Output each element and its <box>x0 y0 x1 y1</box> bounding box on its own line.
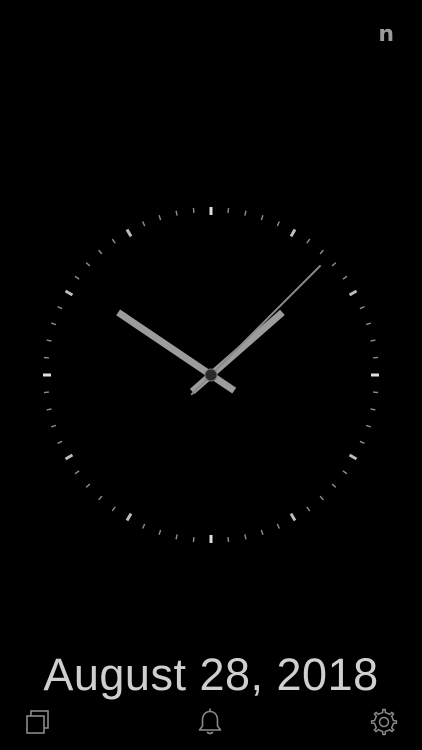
settings-button[interactable] <box>369 707 399 737</box>
app-badge[interactable]: n <box>378 24 394 46</box>
hour-tick <box>64 289 74 297</box>
bottom-toolbar <box>0 700 422 750</box>
minute-tick <box>74 275 80 280</box>
center-pin <box>204 368 218 382</box>
pages-button[interactable] <box>23 707 53 737</box>
minute-tick <box>43 391 49 394</box>
minute-tick <box>276 221 280 227</box>
hour-tick <box>125 512 133 522</box>
hour-tick <box>348 453 358 461</box>
minute-tick <box>373 391 379 394</box>
clock-hands <box>116 264 322 396</box>
minute-tick <box>192 537 195 543</box>
minute-tick <box>57 440 63 444</box>
hour-tick <box>64 453 74 461</box>
minute-tick <box>306 238 311 244</box>
minute-tick <box>175 210 178 216</box>
minute-tick <box>111 506 116 512</box>
minute-tick <box>46 339 52 342</box>
bell-icon <box>198 708 222 735</box>
minute-tick <box>359 440 365 444</box>
alarm-button[interactable] <box>195 707 225 737</box>
minute-tick <box>85 262 91 267</box>
minute-tick <box>342 470 348 475</box>
minute-tick <box>158 215 162 221</box>
date-label: August 28, 2018 <box>43 649 379 700</box>
minute-tick <box>142 221 146 227</box>
minute-tick <box>331 262 337 267</box>
minute-tick <box>306 506 311 512</box>
minute-tick <box>370 339 376 342</box>
minute-tick <box>98 249 103 255</box>
hour-tick <box>289 512 297 522</box>
minute-tick <box>43 356 49 359</box>
hour-tick <box>125 228 133 238</box>
minute-tick <box>260 215 264 221</box>
minute-tick <box>260 529 264 535</box>
minute-tick <box>175 534 178 540</box>
minute-tick <box>365 322 371 326</box>
hour-tick <box>348 289 358 297</box>
minute-tick <box>57 306 63 310</box>
minute-tick <box>319 495 324 501</box>
minute-tick <box>331 483 337 488</box>
minute-tick <box>319 249 324 255</box>
minute-tick <box>158 529 162 535</box>
minute-tick <box>74 470 80 475</box>
minute-tick <box>85 483 91 488</box>
analog-clock <box>39 203 383 547</box>
minute-tick <box>227 537 230 543</box>
minute-tick <box>227 207 230 213</box>
minute-tick <box>365 424 371 428</box>
minute-tick <box>244 210 247 216</box>
minute-tick <box>111 238 116 244</box>
minute-tick <box>46 408 52 411</box>
minute-tick <box>51 322 57 326</box>
hour-hand <box>116 309 237 394</box>
minute-tick <box>342 275 348 280</box>
minute-tick <box>51 424 57 428</box>
minute-tick <box>142 523 146 529</box>
gear-icon <box>370 708 398 736</box>
minute-tick <box>244 534 247 540</box>
clock-face <box>43 207 379 543</box>
minute-tick <box>276 523 280 529</box>
minute-tick <box>98 495 103 501</box>
minute-tick <box>370 408 376 411</box>
minute-tick <box>373 356 379 359</box>
pages-icon <box>26 710 49 734</box>
minute-tick <box>192 207 195 213</box>
hour-tick <box>289 228 297 238</box>
minute-tick <box>359 306 365 310</box>
